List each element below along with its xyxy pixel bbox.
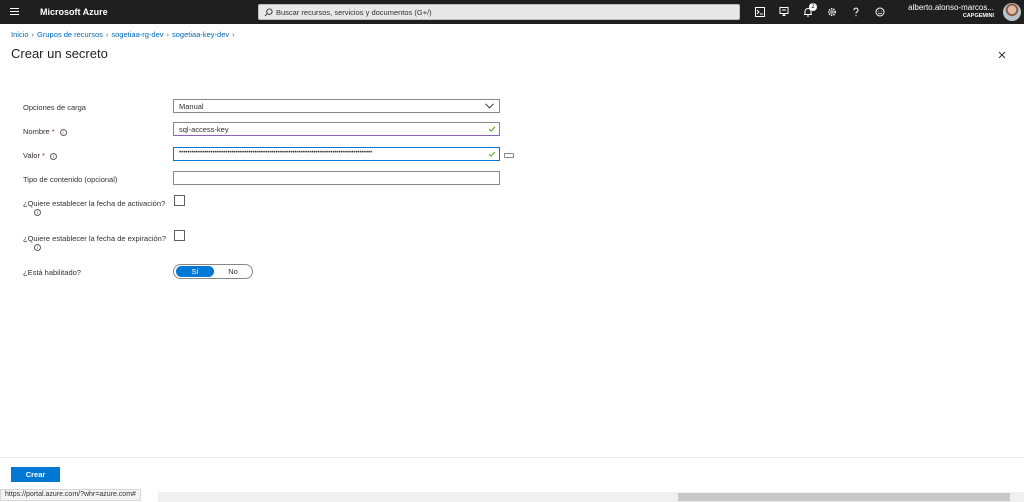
value-field[interactable]: ••••••••••••••••••••••••••••••••••••••••… — [173, 147, 500, 161]
directory-filter-icon — [779, 7, 789, 16]
menu-icon[interactable] — [6, 3, 24, 21]
info-icon[interactable]: i — [34, 209, 41, 216]
chevron-right-icon: › — [166, 30, 170, 39]
brand-title[interactable]: Microsoft Azure — [40, 7, 108, 17]
enabled-toggle[interactable]: Sí No — [173, 264, 253, 279]
content-type-label: Tipo de contenido (opcional) — [23, 175, 118, 184]
footer-divider — [0, 457, 1024, 458]
required-marker: * — [51, 127, 55, 136]
chevron-right-icon: › — [232, 30, 235, 39]
chevron-down-icon — [485, 103, 494, 109]
status-url: https://portal.azure.com/?whr=azure.com# — [0, 489, 141, 501]
account-menu[interactable]: alberto.alonso-marcos... CAPGEMINI — [880, 3, 994, 21]
cloud-shell-button[interactable] — [752, 4, 768, 20]
enabled-no-option[interactable]: No — [214, 266, 252, 277]
info-icon[interactable]: i — [34, 244, 41, 251]
page-title: Crear un secreto — [11, 46, 108, 61]
activation-date-label: ¿Quiere establecer la fecha de activació… — [23, 199, 166, 208]
upload-options-select[interactable]: Manual — [173, 99, 500, 113]
user-org: CAPGEMINI — [962, 13, 994, 19]
required-marker: * — [41, 151, 45, 160]
value-masked-input[interactable]: ••••••••••••••••••••••••••••••••••••••••… — [179, 150, 489, 159]
expiration-date-label: ¿Quiere establecer la fecha de expiració… — [23, 234, 166, 243]
question-icon — [853, 7, 859, 17]
close-icon — [998, 51, 1006, 59]
breadcrumb: Inicio › Grupos de recursos › sogetiaa-rg-de… — [11, 30, 238, 40]
horizontal-scrollbar[interactable] — [158, 492, 1024, 502]
enabled-label: ¿Está habilitado? — [23, 268, 81, 277]
info-icon[interactable]: i — [59, 128, 67, 136]
value-label-text: Valor — [23, 151, 40, 160]
create-button[interactable]: Crear — [11, 467, 60, 482]
chevron-right-icon: › — [31, 30, 35, 39]
content-type-input[interactable] — [179, 174, 479, 183]
close-button[interactable] — [996, 49, 1008, 61]
name-label-text: Nombre — [23, 127, 50, 136]
info-icon[interactable]: i — [49, 152, 57, 160]
breadcrumb-resource-groups[interactable]: Grupos de recursos — [37, 30, 103, 39]
expiration-date-checkbox[interactable] — [174, 230, 185, 241]
directory-filter-button[interactable] — [776, 4, 792, 20]
show-value-icon[interactable] — [504, 153, 514, 158]
user-name: alberto.alonso-marcos... — [908, 3, 994, 12]
avatar[interactable] — [1003, 3, 1021, 21]
upload-options-label: Opciones de carga — [23, 103, 86, 112]
breadcrumb-home[interactable]: Inicio — [11, 30, 29, 39]
name-label: Nombre * i — [23, 127, 67, 136]
help-button[interactable] — [848, 4, 864, 20]
gear-icon — [827, 7, 837, 17]
top-bar: Microsoft Azure 2 — [0, 0, 1024, 24]
search-icon — [264, 8, 273, 17]
notification-badge: 2 — [809, 3, 817, 11]
checkmark-icon — [488, 126, 496, 132]
activation-date-checkbox[interactable] — [174, 195, 185, 206]
checkmark-icon — [488, 151, 496, 157]
content-type-field[interactable] — [173, 171, 500, 185]
settings-button[interactable] — [824, 4, 840, 20]
chevron-right-icon: › — [105, 30, 109, 39]
name-field[interactable] — [173, 122, 500, 136]
upload-options-value: Manual — [179, 102, 204, 111]
name-input[interactable] — [179, 125, 479, 134]
search-input[interactable] — [276, 6, 736, 18]
cloud-shell-icon — [755, 7, 765, 17]
breadcrumb-resource-group[interactable]: sogetiaa-rg-dev — [111, 30, 163, 39]
breadcrumb-key-vault[interactable]: sogetiaa-key-dev — [172, 30, 229, 39]
scrollbar-thumb[interactable] — [678, 493, 1010, 501]
enabled-yes-option[interactable]: Sí — [176, 266, 214, 277]
value-label: Valor * i — [23, 151, 57, 160]
global-search[interactable] — [258, 4, 740, 20]
